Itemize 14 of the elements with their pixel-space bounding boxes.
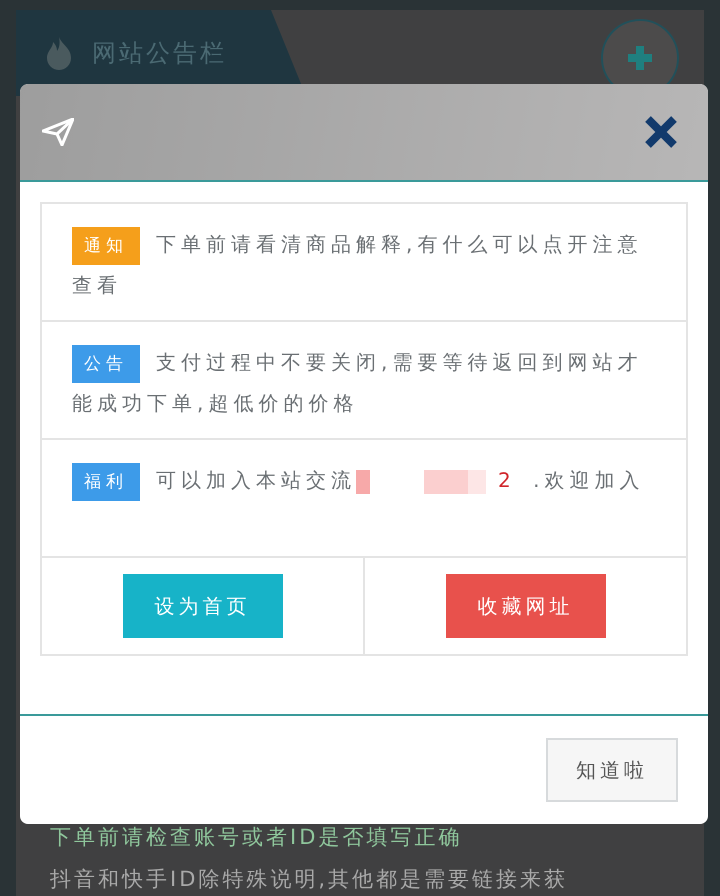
notice-text: 下单前请检查账号或者ID是否填写正确 xyxy=(50,824,464,851)
notice-tag: 公告 xyxy=(72,344,140,383)
got-it-button[interactable]: 知道啦 xyxy=(546,738,678,802)
notice-text: 福利 可以加入本站交流 2 .欢迎加入 xyxy=(72,460,656,501)
notice-text: 抖音和快手ID除特殊说明,其他都是需要链接来获 xyxy=(50,866,568,893)
flame-icon xyxy=(44,36,74,70)
send-icon xyxy=(42,118,74,146)
close-icon[interactable] xyxy=(644,115,678,149)
action-button[interactable]: 设为首页 xyxy=(122,574,282,638)
action-button[interactable]: 收藏网址 xyxy=(446,574,606,638)
notice-tag: 通知 xyxy=(72,226,140,265)
notice-tag: 福利 xyxy=(72,462,140,501)
notice-text: 通知 下单前请看清商品解释,有什么可以点开注意查看 xyxy=(72,224,656,305)
notice-text: 公告 支付过程中不要关闭,需要等待返回到网站才能成功下单,超低价的价格 xyxy=(72,342,656,423)
